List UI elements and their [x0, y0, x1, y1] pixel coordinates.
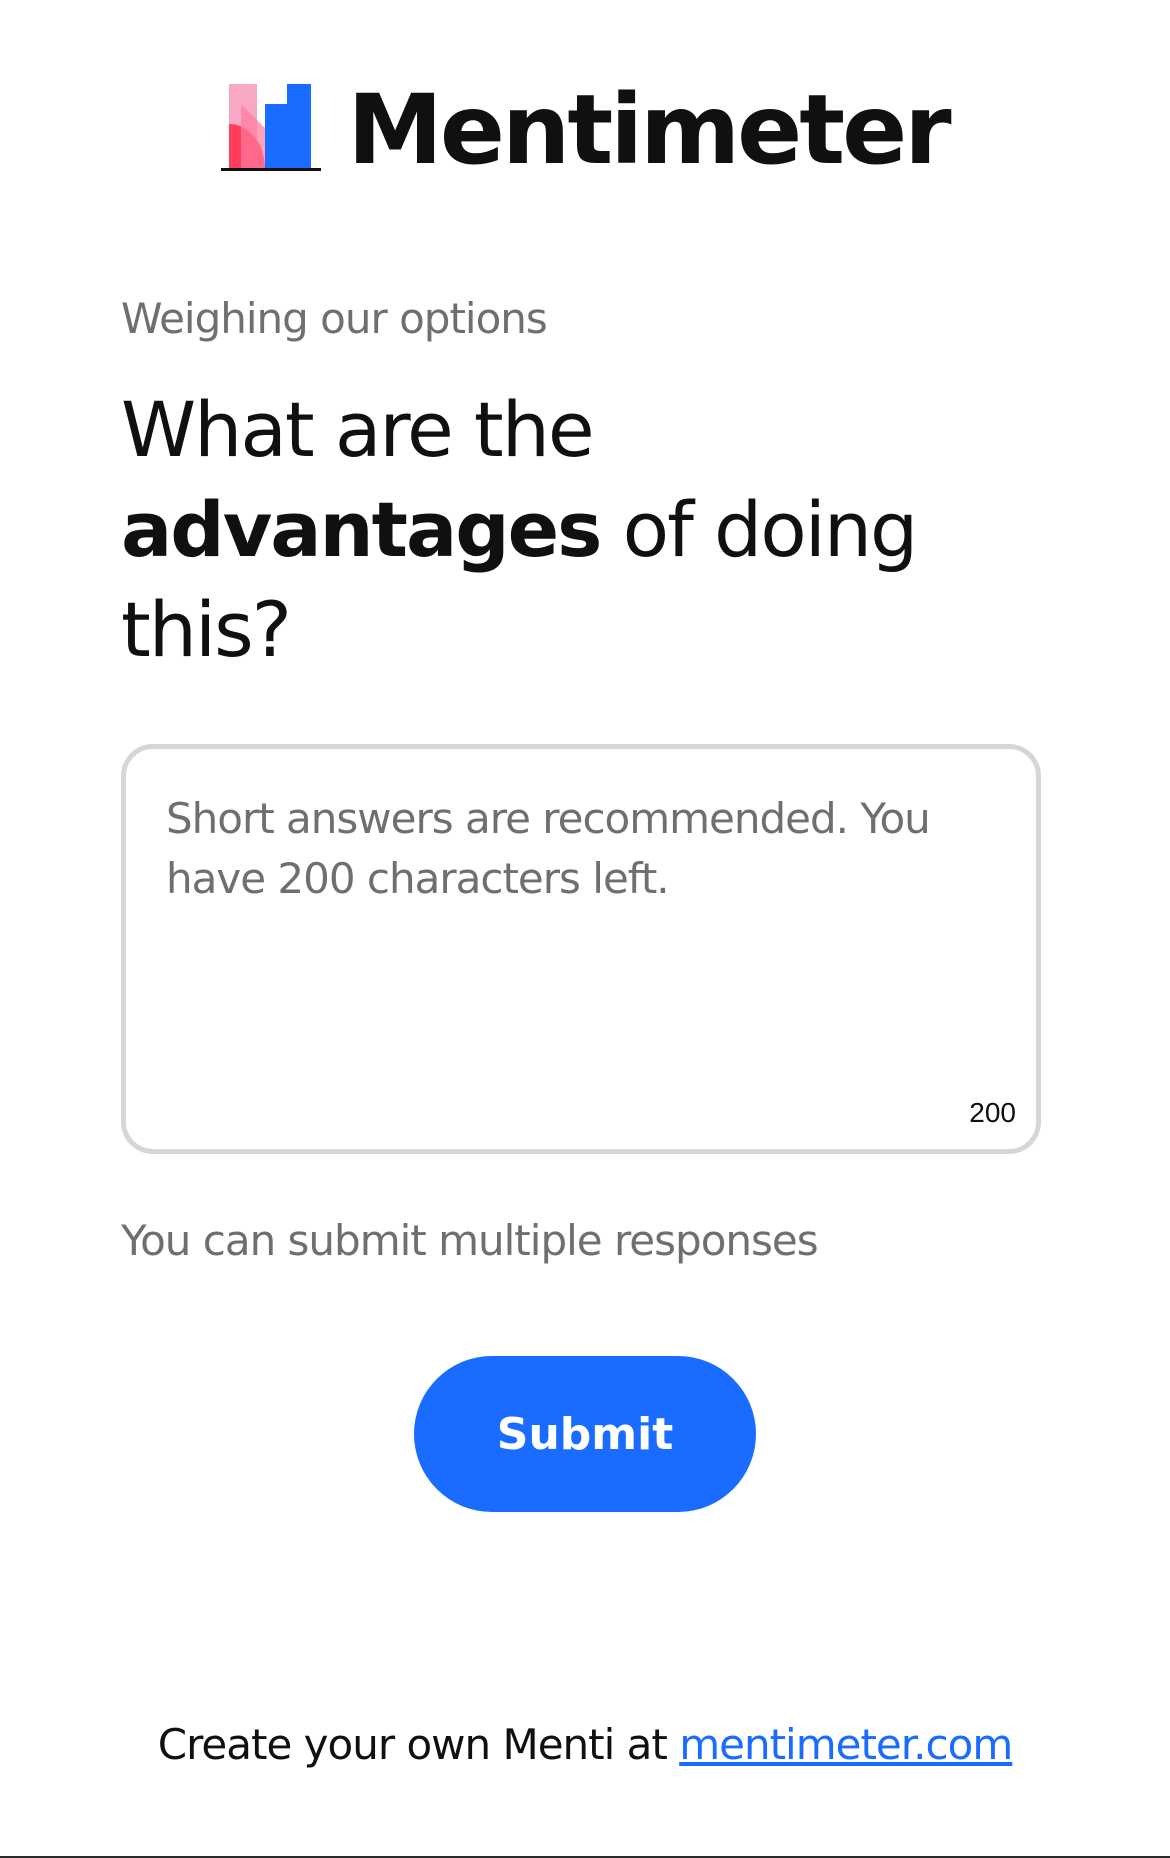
- question-section: Weighing our options What are the advant…: [121, 290, 1051, 680]
- answer-input[interactable]: [166, 789, 996, 1059]
- footer: Create your own Menti at mentimeter.com: [0, 1720, 1170, 1769]
- header: Mentimeter: [0, 80, 1170, 180]
- mentimeter-logo: Mentimeter: [221, 74, 952, 186]
- character-counter: 200: [969, 1097, 1016, 1128]
- question-title: What are the advantages of doing this?: [121, 380, 981, 680]
- voting-page: Mentimeter Weighing our options What are…: [0, 0, 1170, 1858]
- slide-subtitle: Weighing our options: [121, 294, 548, 343]
- mentimeter-link[interactable]: mentimeter.com: [679, 1720, 1013, 1769]
- footer-text: Create your own Menti at: [157, 1720, 680, 1769]
- brand-name: Mentimeter: [347, 74, 951, 186]
- question-emphasis: advantages: [121, 485, 602, 574]
- mentimeter-logo-icon: [221, 84, 322, 171]
- question-prefix: What are the: [121, 385, 595, 474]
- answer-box: 200: [121, 744, 1041, 1154]
- multiple-responses-note: You can submit multiple responses: [121, 1216, 819, 1265]
- submit-button[interactable]: Submit: [414, 1356, 756, 1512]
